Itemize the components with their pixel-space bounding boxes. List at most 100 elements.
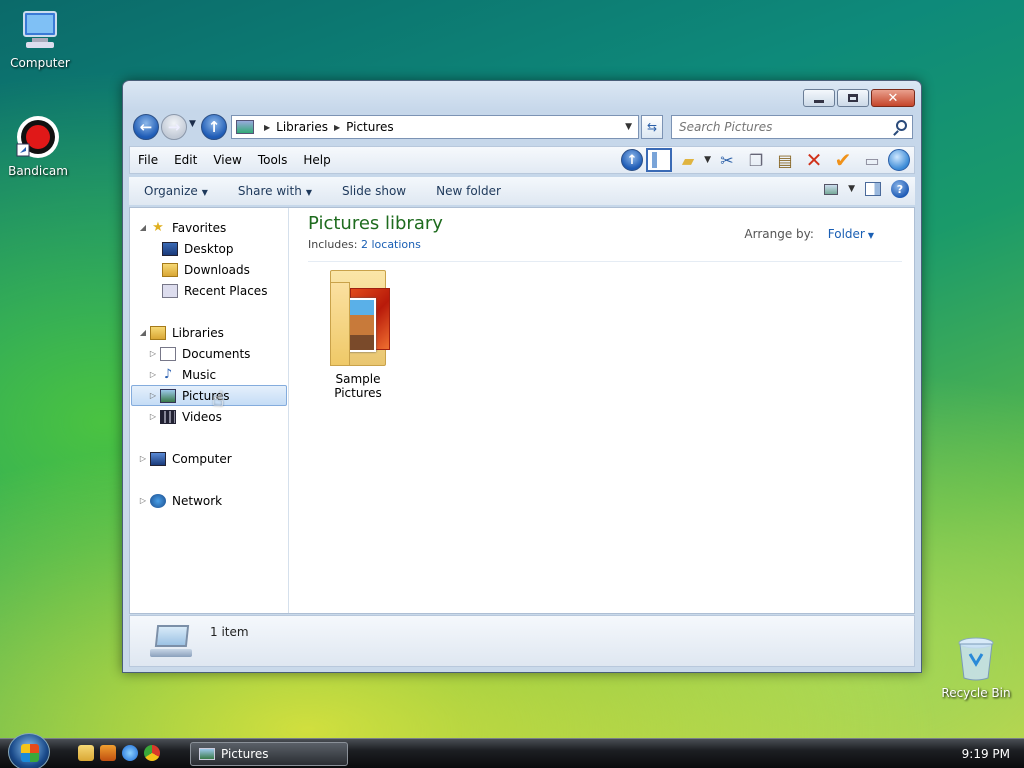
preview-pane-icon[interactable] <box>865 182 881 196</box>
desktop-icon-computer[interactable]: Computer <box>0 8 80 70</box>
desktop-icon-recycle-bin[interactable]: Recycle Bin <box>936 636 1016 700</box>
share-with-button[interactable]: Share with ▼ <box>223 184 327 198</box>
slide-show-button[interactable]: Slide show <box>327 184 421 198</box>
chrome-icon[interactable] <box>144 745 160 761</box>
chevron-down-icon[interactable]: ▼ <box>868 231 874 240</box>
address-dropdown[interactable]: ▼ <box>625 122 632 132</box>
explorer-icon[interactable] <box>78 745 94 761</box>
menu-edit[interactable]: Edit <box>166 153 205 167</box>
menu-help[interactable]: Help <box>295 153 338 167</box>
folder-item-sample-pictures[interactable]: Sample Pictures <box>310 268 406 400</box>
windows-logo-icon <box>21 744 39 762</box>
nav-item-desktop[interactable]: Desktop <box>150 238 234 259</box>
arrange-by: Arrange by: Folder ▼ <box>744 227 874 241</box>
expand-icon[interactable]: ▷ <box>148 412 158 421</box>
navigation-bar: ← → ▼ ↑ ▶ Libraries ▶ Pictures ▼ ⇆ <box>131 113 915 141</box>
nav-item-network[interactable]: ▷ Network <box>138 490 222 511</box>
up-button[interactable]: ↑ <box>201 114 227 140</box>
clock[interactable]: 9:19 PM <box>962 747 1010 761</box>
nav-item-label: Favorites <box>172 220 227 235</box>
folder-check-icon[interactable]: ▰ <box>675 148 701 172</box>
nav-item-libraries[interactable]: ◢ Libraries <box>138 322 224 343</box>
nav-item-recent-places[interactable]: Recent Places <box>150 280 267 301</box>
search-input[interactable] <box>679 120 889 134</box>
address-bar[interactable]: ▶ Libraries ▶ Pictures ▼ <box>231 115 639 139</box>
breadcrumb-separator[interactable]: ▶ <box>334 123 340 132</box>
nav-item-label: Network <box>172 493 223 508</box>
nav-item-label: Libraries <box>172 325 224 340</box>
breadcrumb-separator[interactable]: ▶ <box>264 123 270 132</box>
nav-item-downloads[interactable]: Downloads <box>150 259 250 280</box>
organize-button[interactable]: Organize ▼ <box>129 184 223 198</box>
menu-file[interactable]: File <box>130 153 166 167</box>
scissors-icon[interactable]: ✂ <box>714 148 740 172</box>
nav-item-computer[interactable]: ▷ Computer <box>138 448 232 469</box>
properties-icon[interactable]: ▭ <box>859 148 885 172</box>
close-icon: ✕ <box>887 90 899 106</box>
up-icon[interactable]: ↑ <box>621 149 644 171</box>
taskbar-button-pictures[interactable]: Pictures <box>190 742 348 766</box>
content-area: ◢ ★ Favorites Desktop Downloads Recent P… <box>129 207 915 614</box>
documents-icon <box>160 346 176 361</box>
check-icon[interactable]: ✔ <box>830 148 856 172</box>
menu-tools[interactable]: Tools <box>250 153 296 167</box>
refresh-icon: ⇆ <box>646 120 658 134</box>
nav-item-documents[interactable]: ▷ Documents <box>148 343 250 364</box>
breadcrumb-libraries[interactable]: Libraries <box>276 120 328 134</box>
desktop-icon-label: Recycle Bin <box>941 686 1011 700</box>
refresh-button[interactable]: ⇆ <box>641 115 663 139</box>
chevron-down-icon: ▼ <box>305 188 312 197</box>
help-icon[interactable]: ? <box>891 180 909 198</box>
recent-pages-dropdown[interactable]: ▼ <box>189 119 196 129</box>
paste-icon[interactable]: ▤ <box>772 148 798 172</box>
internet-explorer-icon[interactable] <box>122 745 138 761</box>
back-button[interactable]: ← <box>133 114 159 140</box>
delete-icon[interactable]: ✕ <box>801 148 827 172</box>
collapse-icon[interactable]: ◢ <box>138 328 148 337</box>
breadcrumb-pictures[interactable]: Pictures <box>346 120 394 134</box>
search-icon[interactable] <box>896 120 907 131</box>
desktop-icon-label: Computer <box>10 56 70 70</box>
expand-icon[interactable]: ▷ <box>138 454 148 463</box>
share-with-label: Share with <box>237 184 302 198</box>
nav-item-label: Documents <box>182 346 251 361</box>
chevron-down-icon[interactable]: ▼ <box>704 155 711 165</box>
maximize-button[interactable] <box>837 89 869 107</box>
includes-locations-link[interactable]: 2 locations <box>361 238 421 251</box>
organize-label: Organize <box>144 184 198 198</box>
picture-folder-icon <box>324 268 392 366</box>
start-button[interactable] <box>8 733 50 768</box>
globe-icon[interactable] <box>888 149 910 171</box>
chevron-down-icon[interactable]: ▼ <box>848 184 855 194</box>
new-folder-button[interactable]: New folder <box>421 184 516 198</box>
media-player-icon[interactable] <box>100 745 116 761</box>
minimize-button[interactable] <box>803 89 835 107</box>
navigation-pane: ◢ ★ Favorites Desktop Downloads Recent P… <box>130 208 289 613</box>
nav-item-label: Downloads <box>184 262 250 277</box>
arrange-by-dropdown[interactable]: Folder <box>828 227 865 241</box>
nav-item-favorites[interactable]: ◢ ★ Favorites <box>138 217 226 238</box>
menu-view[interactable]: View <box>205 153 249 167</box>
up-arrow-icon: ↑ <box>207 118 221 136</box>
expand-icon[interactable]: ▷ <box>148 349 158 358</box>
chevron-down-icon: ▼ <box>201 188 208 197</box>
expand-icon[interactable]: ▷ <box>138 496 148 505</box>
expand-icon[interactable]: ▷ <box>148 370 158 379</box>
minimize-icon <box>814 99 824 103</box>
close-button[interactable]: ✕ <box>871 89 915 107</box>
collapse-icon[interactable]: ◢ <box>138 223 148 232</box>
desktop-icon-bandicam[interactable]: Bandicam <box>0 114 78 178</box>
forward-button[interactable]: → <box>161 114 187 140</box>
toolbar-icons: ↑ ▰ ▼ ✂ ❐ ▤ ✕ ✔ ▭ <box>621 148 910 172</box>
change-view-icon[interactable] <box>824 183 839 195</box>
details-pane: 1 item <box>129 615 915 667</box>
library-includes: Includes: 2 locations <box>308 238 421 251</box>
nav-item-pictures[interactable]: ▷ Pictures <box>131 385 287 406</box>
nav-item-label: Music <box>182 367 217 382</box>
pane-icon[interactable] <box>646 148 673 172</box>
copy-icon[interactable]: ❐ <box>743 148 769 172</box>
expand-icon[interactable]: ▷ <box>148 391 158 400</box>
pictures-icon <box>160 388 176 403</box>
nav-item-videos[interactable]: ▷ Videos <box>148 406 222 427</box>
nav-item-music[interactable]: ▷ ♪ Music <box>148 364 216 385</box>
